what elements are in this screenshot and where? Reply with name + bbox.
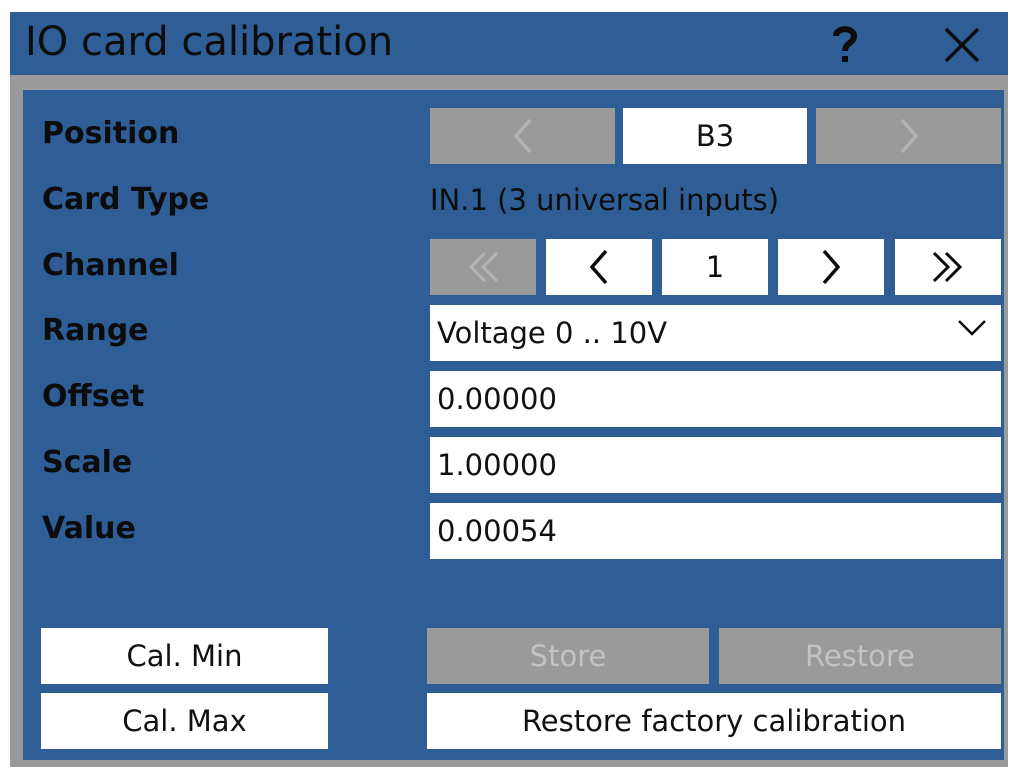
position-next-button[interactable] — [816, 108, 1001, 164]
channel-next-button[interactable] — [778, 239, 884, 295]
double-chevron-right-icon — [932, 251, 963, 283]
window-title: IO card calibration — [25, 19, 394, 65]
chevron-left-icon — [589, 249, 608, 285]
position-prev-button[interactable] — [430, 108, 615, 164]
value-readout: 0.00054 — [430, 503, 1001, 559]
restore-factory-calibration-button[interactable]: Restore factory calibration — [427, 693, 1001, 749]
question-mark-icon[interactable] — [821, 21, 869, 69]
range-selected-value: Voltage 0 .. 10V — [437, 316, 668, 350]
value-label: Value — [42, 511, 136, 546]
cal-max-button[interactable]: Cal. Max — [41, 693, 328, 749]
offset-label: Offset — [42, 379, 145, 414]
double-chevron-left-icon — [468, 251, 499, 283]
chevron-down-icon — [958, 320, 986, 336]
chevron-right-icon — [822, 249, 841, 285]
calibration-panel: Position B3 Card Type IN.1 (3 universal … — [23, 90, 1004, 760]
channel-first-button[interactable] — [430, 239, 536, 295]
store-button[interactable]: Store — [427, 628, 709, 684]
position-value: B3 — [623, 108, 807, 164]
range-select[interactable]: Voltage 0 .. 10V — [430, 305, 1001, 361]
card-type-value: IN.1 (3 universal inputs) — [430, 183, 780, 217]
cal-min-button[interactable]: Cal. Min — [41, 628, 328, 684]
position-label: Position — [42, 116, 180, 151]
channel-label: Channel — [42, 248, 179, 283]
channel-prev-button[interactable] — [546, 239, 652, 295]
close-x-icon[interactable] — [938, 21, 986, 69]
scale-input[interactable]: 1.00000 — [430, 437, 1001, 493]
scale-label: Scale — [42, 445, 133, 480]
io-card-calibration-window: IO card calibration Position B3 Card Typ… — [10, 12, 1008, 767]
channel-last-button[interactable] — [895, 239, 1001, 295]
restore-button[interactable]: Restore — [719, 628, 1001, 684]
chevron-left-icon — [513, 118, 531, 154]
offset-input[interactable]: 0.00000 — [430, 371, 1001, 427]
chevron-right-icon — [900, 118, 918, 154]
channel-value: 1 — [662, 239, 768, 295]
range-label: Range — [42, 313, 149, 348]
card-type-label: Card Type — [42, 182, 210, 217]
title-bar: IO card calibration — [10, 12, 1008, 75]
